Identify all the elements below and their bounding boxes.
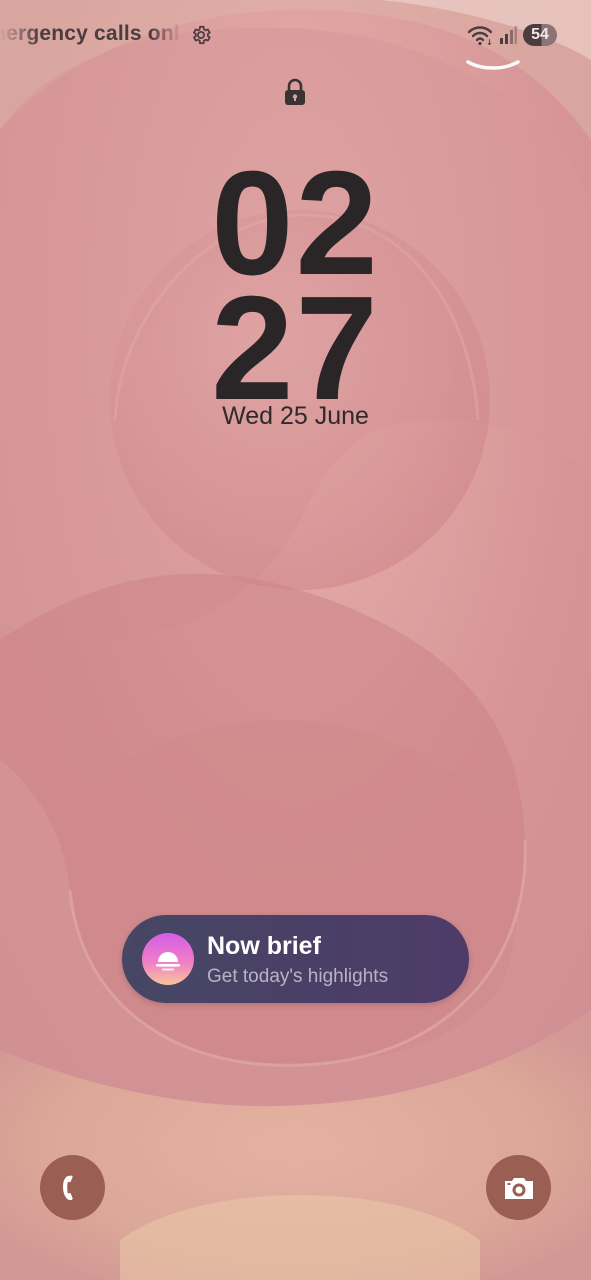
battery-level: 54 (531, 26, 549, 43)
now-brief-button[interactable]: Now brief Get today's highlights (122, 915, 469, 1003)
lock-icon (285, 78, 305, 105)
camera-icon (504, 1177, 533, 1199)
notification-ticker: Emergency calls only (0, 20, 180, 50)
lock-screen: Emergency calls only ↓ 54 02 (0, 0, 591, 1280)
ticker-text: Emergency calls only (0, 22, 180, 45)
signal-icon (500, 26, 517, 44)
battery-icon: 54 (523, 24, 557, 46)
date-text: Wed 25 June (222, 402, 369, 430)
sunrise-icon (142, 933, 194, 985)
camera-shortcut-button[interactable] (486, 1155, 551, 1220)
settings-icon[interactable] (190, 24, 212, 46)
phone-shortcut-button[interactable] (40, 1155, 105, 1220)
clock-minutes: 27 (211, 266, 380, 431)
status-bar-left: Emergency calls only (0, 20, 215, 50)
status-bar-right: ↓ 54 (467, 22, 557, 48)
svg-text:↓: ↓ (486, 38, 493, 46)
chevron-down-icon[interactable] (464, 56, 522, 76)
now-brief-subtitle: Get today's highlights (207, 966, 389, 987)
phone-icon (62, 1175, 73, 1200)
wifi-icon: ↓ (467, 26, 493, 46)
now-brief-title: Now brief (207, 932, 321, 960)
